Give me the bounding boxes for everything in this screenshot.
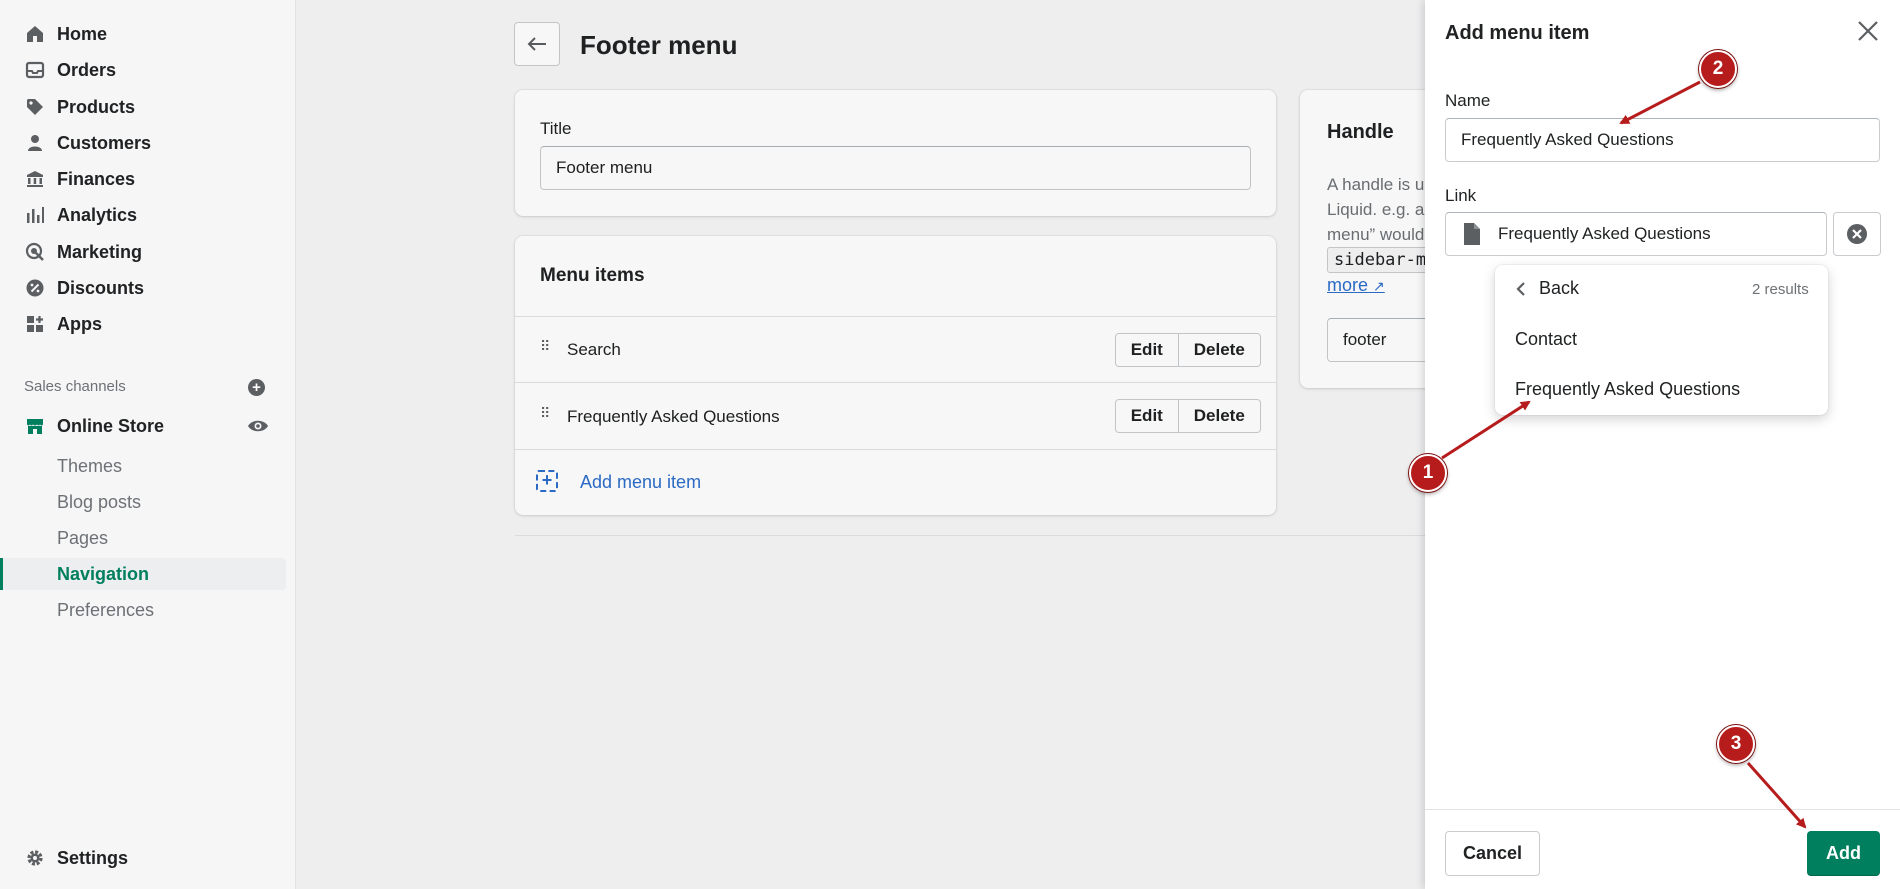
name-label: Name (1445, 91, 1491, 110)
option-contact[interactable]: Contact (1515, 329, 1577, 350)
sidebar-item-orders[interactable]: Orders (0, 52, 286, 88)
sales-channels-label: Sales channels (24, 378, 126, 395)
sidebar-item-label: Home (57, 23, 108, 44)
sidebar-subitem-navigation[interactable]: Navigation (0, 558, 286, 590)
chevron-left-icon (1516, 281, 1525, 296)
apps-icon (24, 313, 46, 335)
close-button[interactable] (1853, 16, 1883, 46)
panel-title: Add menu item (1445, 22, 1590, 44)
person-icon (24, 132, 46, 154)
annotation-marker-1: 1 (1409, 454, 1447, 492)
add-button[interactable]: Add (1807, 831, 1880, 876)
clear-link-button[interactable] (1833, 212, 1881, 256)
sidebar-subitem-themes[interactable]: Themes (0, 450, 286, 482)
sidebar-item-apps[interactable]: Apps (0, 306, 286, 342)
sidebar-item-label: Marketing (57, 241, 143, 262)
sidebar-item-label: Orders (57, 59, 117, 80)
home-icon (24, 23, 46, 45)
store-icon (24, 415, 46, 437)
sidebar-item-finances[interactable]: Finances (0, 161, 286, 197)
eye-icon[interactable] (247, 418, 269, 439)
link-label: Link (1445, 186, 1477, 205)
overlay (296, 0, 1425, 889)
close-icon (1858, 21, 1878, 41)
inbox-icon (24, 59, 46, 81)
sidebar-subitem-preferences[interactable]: Preferences (0, 594, 286, 626)
sidebar-item-label: Discounts (57, 277, 145, 298)
divider (1425, 809, 1900, 810)
sidebar-subitem-blog-posts[interactable]: Blog posts (0, 486, 286, 518)
sidebar-item-label: Customers (57, 132, 152, 153)
cancel-button[interactable]: Cancel (1445, 831, 1540, 876)
sidebar: Home Orders Products Customers Finances … (0, 0, 296, 889)
sidebar-item-home[interactable]: Home (0, 16, 286, 52)
sidebar-item-label: Apps (57, 313, 102, 334)
sidebar-item-products[interactable]: Products (0, 89, 286, 125)
results-count: 2 results (1752, 281, 1809, 298)
target-icon (24, 241, 46, 263)
back-option[interactable]: Back (1515, 278, 1579, 299)
name-input[interactable]: Frequently Asked Questions (1445, 118, 1880, 162)
sidebar-item-settings[interactable]: Settings (0, 840, 286, 876)
sidebar-item-online-store[interactable]: Online Store (0, 408, 286, 444)
annotation-marker-3: 3 (1717, 725, 1755, 763)
page-icon (1463, 222, 1481, 251)
sidebar-item-marketing[interactable]: Marketing (0, 234, 286, 270)
add-channel-icon[interactable]: + (248, 379, 265, 396)
sidebar-item-customers[interactable]: Customers (0, 125, 286, 161)
sidebar-subitem-pages[interactable]: Pages (0, 522, 286, 554)
circle-x-icon (1847, 224, 1867, 244)
discount-icon (24, 277, 46, 299)
tag-icon (24, 96, 46, 118)
bar-chart-icon (24, 204, 46, 226)
sidebar-item-analytics[interactable]: Analytics (0, 197, 286, 233)
sidebar-item-label: Finances (57, 168, 136, 189)
sidebar-item-discounts[interactable]: Discounts (0, 270, 286, 306)
annotation-marker-2: 2 (1699, 50, 1737, 88)
option-faq[interactable]: Frequently Asked Questions (1515, 379, 1740, 400)
gear-icon (24, 847, 46, 869)
sidebar-item-label: Online Store (57, 415, 165, 436)
link-input[interactable]: Frequently Asked Questions (1445, 212, 1827, 256)
sidebar-item-label: Analytics (57, 204, 138, 225)
sidebar-item-label: Settings (57, 847, 129, 868)
sidebar-item-label: Products (57, 96, 136, 117)
bank-icon (24, 168, 46, 190)
